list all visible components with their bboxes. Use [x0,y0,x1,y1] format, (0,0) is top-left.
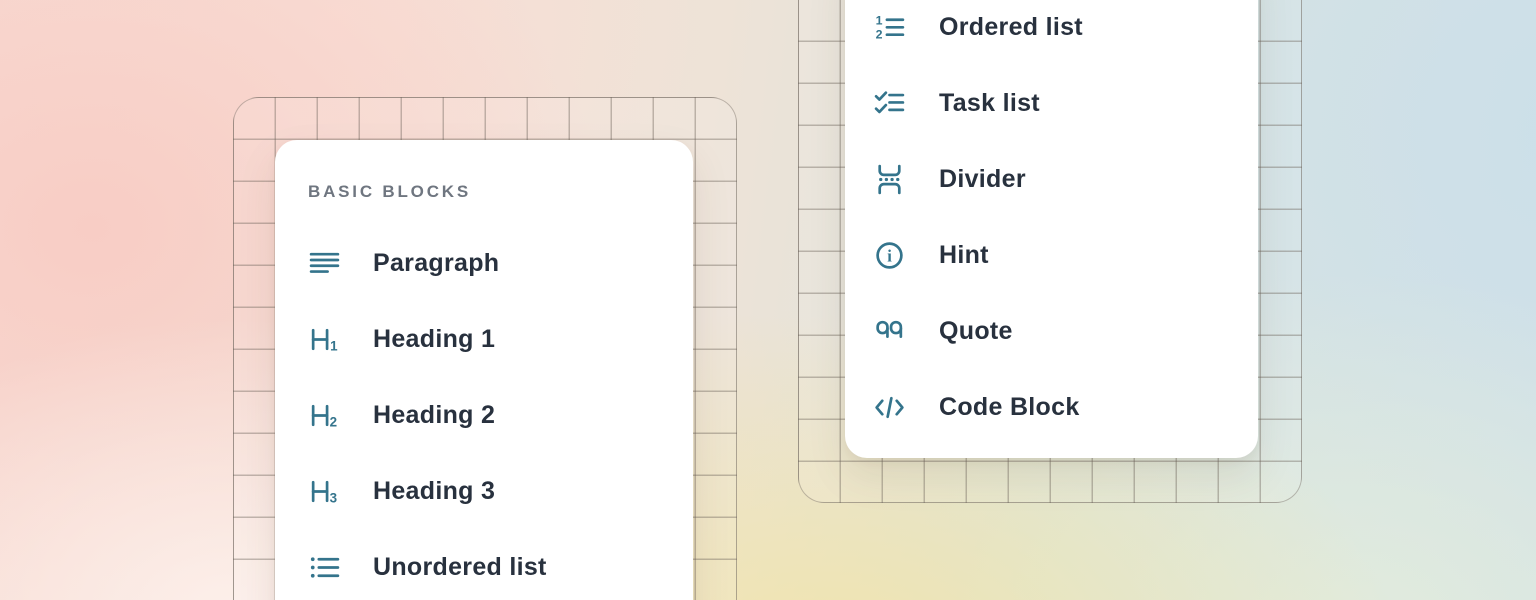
insert-blocks-menu: 1 2 Ordered list Task list [845,0,1258,458]
menu-item-label: Divider [939,165,1026,194]
svg-text:2: 2 [330,414,337,429]
svg-text:1: 1 [330,338,338,353]
menu-item-paragraph[interactable]: Paragraph [275,225,693,301]
hint-icon: i [873,239,906,272]
menu-item-label: Paragraph [373,249,499,278]
menu-item-label: Code Block [939,393,1080,422]
divider-icon [873,163,906,196]
heading-3-icon: 3 [308,475,341,508]
menu-item-heading-2[interactable]: 2 Heading 2 [275,377,693,453]
heading-2-icon: 2 [308,399,341,432]
menu-item-divider[interactable]: Divider [845,141,1258,217]
menu-item-unordered-list[interactable]: Unordered list [275,529,693,600]
menu-item-label: Task list [939,89,1040,118]
menu-item-heading-1[interactable]: 1 Heading 1 [275,301,693,377]
menu-item-label: Ordered list [939,13,1083,42]
svg-text:i: i [887,246,892,265]
menu-item-label: Quote [939,317,1013,346]
svg-text:1: 1 [876,13,883,27]
ordered-list-icon: 1 2 [873,11,906,44]
menu-item-code-block[interactable]: Code Block [845,369,1258,445]
illustration-canvas: BASIC BLOCKS Paragraph 1 Heading 1 2 Hea… [0,0,1536,600]
heading-1-icon: 1 [308,323,341,356]
unordered-list-icon [308,551,341,584]
task-list-icon [873,87,906,120]
svg-text:3: 3 [330,490,337,505]
menu-item-ordered-list[interactable]: 1 2 Ordered list [845,0,1258,65]
menu-item-quote[interactable]: Quote [845,293,1258,369]
svg-text:2: 2 [876,27,883,41]
menu-item-label: Hint [939,241,989,270]
menu-section-header: BASIC BLOCKS [275,182,693,202]
menu-item-task-list[interactable]: Task list [845,65,1258,141]
menu-item-heading-3[interactable]: 3 Heading 3 [275,453,693,529]
code-block-icon [873,391,906,424]
paragraph-icon [308,247,341,280]
menu-item-label: Heading 3 [373,477,495,506]
menu-item-label: Heading 1 [373,325,495,354]
basic-blocks-menu: BASIC BLOCKS Paragraph 1 Heading 1 2 Hea… [275,140,693,600]
menu-item-label: Heading 2 [373,401,495,430]
menu-item-hint[interactable]: i Hint [845,217,1258,293]
quote-icon [873,315,906,348]
menu-item-label: Unordered list [373,553,547,582]
